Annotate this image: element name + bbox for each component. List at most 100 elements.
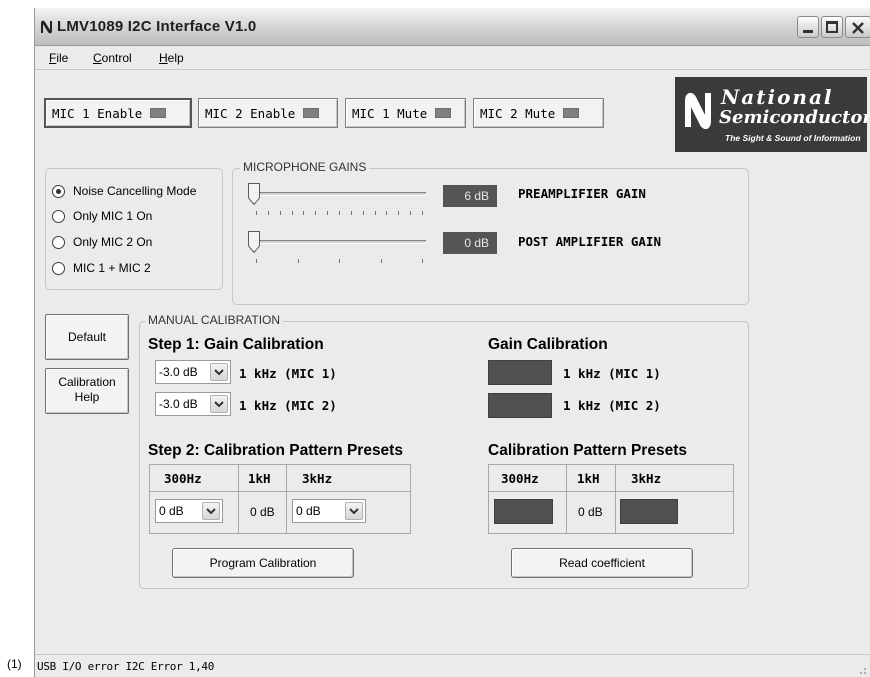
mic1-gain-label: 1 kHz (MIC 1): [239, 366, 337, 381]
mode-option[interactable]: Only MIC 2 On: [52, 235, 152, 249]
logo-tagline: The Sight & Sound of Information: [725, 133, 861, 143]
mic2-mute-button[interactable]: MIC 2 Mute: [473, 98, 604, 128]
resize-grip-icon[interactable]: [855, 663, 867, 675]
preamp-slider-thumb[interactable]: [248, 183, 260, 205]
calibration-help-label-2: Help: [74, 390, 100, 404]
mic1-gain-readback: [488, 360, 552, 385]
dropdown-value: -3.0 dB: [159, 397, 198, 411]
presets-readback-title: Calibration Pattern Presets: [488, 442, 687, 459]
preset-300hz-dropdown[interactable]: 0 dB: [155, 499, 223, 523]
mode-option[interactable]: Noise Cancelling Mode: [52, 184, 196, 198]
postamp-gain-label: POST AMPLIFIER GAIN: [518, 234, 661, 249]
slider-tick: [256, 211, 257, 215]
slider-tick: [297, 259, 299, 263]
logo-line2: Semiconductor: [719, 107, 870, 128]
preset-header-3khz: 3kHz: [302, 471, 333, 486]
menu-help[interactable]: Help: [159, 51, 184, 65]
step1-title: Step 1: Gain Calibration: [148, 336, 324, 353]
slider-tick: [374, 211, 376, 215]
mode-option[interactable]: MIC 1 + MIC 2: [52, 261, 151, 275]
calibration-help-label-1: Calibration: [58, 375, 116, 389]
preset-table: 300Hz 1kH 3kHz 0 dB 0 dB 0 dB: [149, 464, 411, 534]
minimize-icon: [803, 30, 813, 33]
calibration-help-button[interactable]: Calibration Help: [45, 368, 129, 414]
slider-tick: [350, 211, 352, 215]
mic2-enable-button[interactable]: MIC 2 Enable: [198, 98, 338, 128]
status-bar: USB I/O error I2C Error 1,40: [35, 654, 870, 677]
read-coefficient-button[interactable]: Read coefficient: [511, 548, 693, 578]
mic2-gain-label: 1 kHz (MIC 2): [239, 398, 337, 413]
slider-tick: [291, 211, 293, 215]
readback-header-3khz: 3kHz: [631, 471, 662, 486]
radio-icon[interactable]: [52, 261, 65, 275]
mic2-gain-readback: [488, 393, 552, 418]
radio-icon[interactable]: [52, 235, 65, 249]
postamp-slider-track[interactable]: [252, 240, 426, 244]
minimize-button[interactable]: [797, 16, 819, 38]
table-divider: [150, 491, 410, 492]
figure-label: (1): [7, 657, 22, 671]
menu-control-mnemonic: C: [93, 51, 102, 65]
title-bar[interactable]: LMV1089 I2C Interface V1.0: [35, 8, 870, 46]
dropdown-value: 0 dB: [296, 504, 321, 518]
mode-option[interactable]: Only MIC 1 On: [52, 209, 152, 223]
slider-tick: [422, 259, 423, 263]
close-icon: [852, 22, 864, 34]
step2-title: Step 2: Calibration Pattern Presets: [148, 442, 403, 459]
maximize-button[interactable]: [821, 16, 843, 38]
chevron-down-icon[interactable]: [210, 363, 228, 381]
readback-header-300hz: 300Hz: [501, 471, 539, 486]
menu-control-label: ontrol: [101, 51, 132, 65]
preset-header-1khz: 1kH: [248, 471, 271, 486]
readback-1khz-value: 0 dB: [578, 505, 603, 519]
mic1-enable-label: MIC 1 Enable: [52, 105, 143, 121]
postamp-slider-thumb[interactable]: [248, 231, 260, 253]
mic1-gain-calibration-dropdown[interactable]: -3.0 dB: [155, 360, 231, 384]
national-semiconductor-logo: National Semiconductor The Sight & Sound…: [675, 77, 870, 152]
mic2-enable-label: MIC 2 Enable: [205, 105, 296, 121]
mic1-mute-button[interactable]: MIC 1 Mute: [345, 98, 466, 128]
preamp-slider-track[interactable]: [252, 192, 426, 196]
mic2-mute-label: MIC 2 Mute: [480, 105, 556, 121]
status-text: USB I/O error I2C Error 1,40: [37, 660, 215, 673]
menu-file[interactable]: File: [49, 51, 68, 65]
microphone-gains-legend: MICROPHONE GAINS: [240, 160, 370, 174]
table-divider: [238, 465, 239, 533]
mic2-gain-calibration-dropdown[interactable]: -3.0 dB: [155, 392, 231, 416]
table-divider: [489, 491, 733, 492]
chevron-down-icon[interactable]: [202, 502, 220, 520]
slider-tick: [339, 211, 340, 215]
slider-tick: [327, 211, 329, 215]
national-logo-icon: [41, 20, 52, 34]
mic2-readback-label: 1 kHz (MIC 2): [563, 398, 661, 413]
readback-3khz-box: [620, 499, 678, 524]
mode-option-label: MIC 1 + MIC 2: [73, 261, 151, 275]
postamp-gain-value: 0 dB: [443, 232, 497, 254]
mic1-enable-button[interactable]: MIC 1 Enable: [44, 98, 192, 128]
default-button[interactable]: Default: [45, 314, 129, 360]
menu-control[interactable]: Control: [93, 51, 132, 65]
mic1-readback-label: 1 kHz (MIC 1): [563, 366, 661, 381]
slider-tick: [398, 211, 400, 215]
mode-option-label: Only MIC 1 On: [73, 209, 153, 223]
dropdown-value: -3.0 dB: [159, 365, 198, 379]
dropdown-value: 0 dB: [159, 504, 184, 518]
menu-file-label: ile: [56, 51, 69, 65]
chevron-down-icon[interactable]: [345, 502, 363, 520]
program-calibration-button[interactable]: Program Calibration: [172, 548, 354, 578]
status-led-icon: [563, 108, 580, 118]
preset-3khz-dropdown[interactable]: 0 dB: [292, 499, 366, 523]
close-button[interactable]: [845, 16, 870, 38]
status-led-icon: [150, 108, 167, 118]
chevron-down-icon[interactable]: [210, 395, 228, 413]
slider-tick: [303, 211, 305, 215]
logo-line1: National: [721, 85, 834, 109]
radio-icon[interactable]: [52, 209, 65, 223]
readback-300hz-box: [494, 499, 553, 524]
radio-selected-icon[interactable]: [52, 184, 65, 198]
window-title: LMV1089 I2C Interface V1.0: [57, 18, 257, 35]
mode-option-label: Only MIC 2 On: [73, 235, 153, 249]
preset-1khz-value: 0 dB: [250, 505, 275, 519]
slider-tick: [410, 211, 412, 215]
table-divider: [615, 465, 616, 533]
